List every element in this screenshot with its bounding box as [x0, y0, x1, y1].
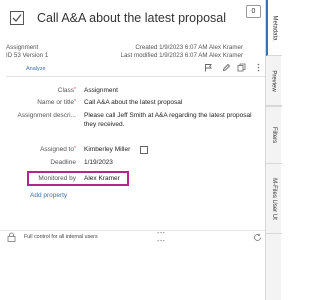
comments-count-badge[interactable]: 0 — [246, 5, 261, 18]
property-value[interactable]: Alex Kramer — [84, 175, 120, 182]
last-modified-info: Last modified 1/9/2023 6:07 AM Alex Kram… — [120, 52, 243, 59]
property-label: Deadline — [50, 159, 76, 166]
property-label: Assignment descri... — [17, 112, 76, 119]
copy-icon[interactable] — [237, 63, 246, 72]
tab-preview[interactable]: Preview — [266, 56, 282, 106]
analyze-link[interactable]: Analyze — [26, 66, 46, 72]
id-version: ID 53 Version 1 — [6, 52, 49, 59]
property-label: Name or title* — [37, 99, 76, 106]
tab-filters[interactable]: Filters — [266, 106, 282, 164]
tab-metadata[interactable]: Metadata — [266, 0, 282, 56]
property-value[interactable]: Please call Jeff Smith at A&A regarding … — [84, 112, 252, 119]
flag-icon[interactable] — [204, 63, 213, 72]
header-divider — [6, 76, 265, 77]
object-type: Assignment — [6, 44, 39, 51]
property-row-assigned-to[interactable]: Assigned to* Kimberley Miller — [0, 146, 265, 158]
checkbox-icon[interactable] — [10, 11, 24, 25]
property-label: Class* — [57, 87, 76, 94]
property-value[interactable]: Kimberley Miller — [84, 146, 148, 154]
property-row-name[interactable]: Name or title* Call A&A about the latest… — [0, 99, 265, 111]
metadata-panel: Call A&A about the latest proposal 0 Ass… — [0, 0, 265, 300]
property-value-continued[interactable]: they received. — [84, 121, 124, 128]
metadata-toolbar — [204, 63, 264, 73]
refresh-icon[interactable] — [253, 233, 262, 242]
edit-icon[interactable] — [222, 63, 231, 72]
checkbox-icon[interactable] — [140, 146, 148, 154]
property-value[interactable]: Assignment — [84, 87, 118, 94]
workflow-dots-bottom: --- — [157, 238, 166, 245]
side-tabs: Metadata Preview Filters M-Files User Ut — [265, 0, 282, 300]
property-row-monitored-by[interactable]: Monitored by Alex Kramer — [0, 175, 265, 187]
property-label: Monitored by — [38, 175, 76, 182]
workflow-dots-top: --- — [157, 230, 166, 237]
lock-icon[interactable] — [7, 232, 16, 242]
property-label: Assigned to* — [40, 146, 76, 153]
property-value[interactable]: Call A&A about the latest proposal — [84, 99, 182, 106]
more-options-icon[interactable] — [254, 63, 263, 72]
panel-header: Call A&A about the latest proposal 0 — [0, 0, 265, 36]
property-value[interactable]: 1/19/2023 — [84, 159, 113, 166]
property-row-deadline[interactable]: Deadline 1/19/2023 — [0, 159, 265, 171]
tab-mfiles-user-utilities[interactable]: M-Files User Ut — [266, 164, 282, 234]
permissions-text[interactable]: Full control for all internal users — [24, 234, 98, 240]
property-row-class[interactable]: Class* Assignment — [0, 87, 265, 99]
add-property-link[interactable]: Add property — [30, 192, 67, 199]
page-title: Call A&A about the latest proposal — [37, 11, 227, 25]
created-info: Created 1/9/2023 6:07 AM Alex Kramer — [135, 44, 243, 51]
footer-divider — [0, 230, 265, 231]
property-row-description-cont[interactable]: they received. — [0, 121, 265, 133]
